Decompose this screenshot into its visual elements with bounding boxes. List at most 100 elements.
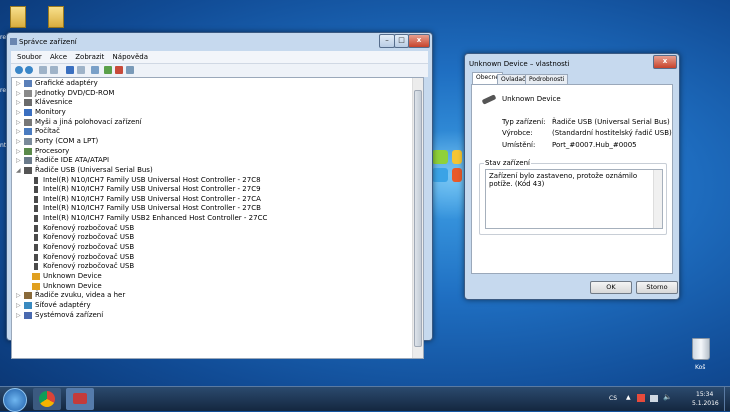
expand-arrow-icon[interactable]: ▷	[16, 118, 22, 128]
usb-plug-icon	[34, 234, 38, 242]
view-icon[interactable]	[39, 66, 47, 74]
prop-value: (Standardní hostitelský řadič USB)	[552, 129, 672, 137]
expand-arrow-icon[interactable]: ▷	[16, 79, 22, 89]
tree-row-label: Intel(R) N10/ICH7 Family USB Universal H…	[43, 175, 261, 184]
tree-row-label: Procesory	[35, 146, 70, 155]
vertical-scrollbar[interactable]	[412, 78, 423, 358]
start-button[interactable]	[3, 388, 27, 412]
back-icon[interactable]	[15, 66, 23, 74]
tree-row-label: Kořenový rozbočovač USB	[43, 262, 135, 271]
dialog-close-button[interactable]: x	[653, 55, 677, 69]
keyboard-icon	[24, 99, 32, 107]
usb-plug-icon	[34, 215, 38, 223]
computer-icon	[24, 128, 32, 136]
tree-row-label: Intel(R) N10/ICH7 Family USB2 Enhanced H…	[43, 214, 268, 223]
scan-hardware-icon[interactable]	[91, 66, 99, 74]
tree-row-label: Grafické adaptéry	[35, 79, 98, 87]
menu-item-file[interactable]: Soubor	[17, 53, 42, 61]
expand-arrow-icon[interactable]: ▷	[16, 89, 22, 99]
tree-row-label: Kořenový rozbočovač USB	[43, 223, 135, 232]
tray-chevron-icon[interactable]: ▲	[626, 394, 631, 401]
cancel-button[interactable]: Storno	[636, 281, 678, 294]
mouse-icon	[24, 118, 32, 126]
uninstall-icon[interactable]	[115, 66, 123, 74]
expand-arrow-icon[interactable]: ▷	[16, 156, 22, 166]
expand-arrow-icon[interactable]: ▷	[16, 137, 22, 147]
desktop-folder-icon[interactable]	[10, 6, 26, 28]
tree-row-label: Intel(R) N10/ICH7 Family USB Universal H…	[43, 194, 261, 203]
usb-icon	[24, 166, 32, 174]
menu-item-view[interactable]: Zobrazit	[75, 53, 104, 61]
status-scrollbar[interactable]	[653, 170, 662, 228]
port-icon	[24, 137, 32, 145]
expand-arrow-icon[interactable]: ▷	[16, 147, 22, 157]
tree-row-label: Systémová zařízení	[35, 310, 104, 319]
tree-row-label: Řadiče IDE ATA/ATAPI	[35, 156, 110, 165]
usb-plug-icon	[34, 195, 38, 203]
speaker-icon[interactable]: 🔈	[663, 393, 672, 401]
recycle-bin-icon[interactable]	[692, 338, 710, 360]
scrollbar-thumb[interactable]	[414, 90, 422, 347]
close-button[interactable]: x	[408, 34, 430, 48]
expand-arrow-icon[interactable]: ▷	[16, 108, 22, 118]
window-title: Správce zařízení	[19, 38, 77, 46]
usb-device-icon	[481, 94, 497, 105]
network-icon	[24, 301, 32, 309]
expand-arrow-icon[interactable]: ▷	[16, 301, 22, 311]
tree-row-label: Jednotky DVD/CD-ROM	[35, 88, 115, 97]
disable-icon[interactable]	[126, 66, 134, 74]
forward-icon[interactable]	[25, 66, 33, 74]
prop-label: Umístění:	[502, 141, 536, 149]
update-driver-icon[interactable]	[104, 66, 112, 74]
expand-arrow-icon[interactable]: ▷	[16, 127, 22, 137]
network-icon[interactable]	[650, 395, 658, 402]
device-manager-window[interactable]: Správce zařízení – □ x Soubor Akce Zobra…	[6, 32, 433, 359]
usb-plug-icon	[34, 176, 38, 184]
list-icon[interactable]	[50, 66, 58, 74]
minimize-button[interactable]: –	[379, 34, 395, 48]
taskbar: CS ▲ 🔈 15:34 5.1.2016	[0, 386, 730, 412]
status-text: Zařízení bylo zastaveno, protože oznámil…	[489, 172, 638, 188]
processor-icon	[24, 147, 32, 155]
prop-label: Výrobce:	[502, 129, 533, 137]
usb-plug-icon	[34, 263, 38, 271]
usb-plug-icon	[34, 186, 38, 194]
usb-plug-icon	[34, 205, 38, 213]
clock-time[interactable]: 15:34	[696, 391, 713, 398]
clock-date[interactable]: 5.1.2016	[692, 400, 719, 407]
prop-label: Typ zařízení:	[502, 118, 546, 126]
device-manager-taskbar-icon[interactable]	[66, 388, 94, 410]
properties-icon[interactable]	[77, 66, 85, 74]
dvd-drive-icon	[24, 89, 32, 97]
usb-plug-icon	[34, 253, 38, 261]
expand-arrow-icon[interactable]: ▷	[16, 311, 22, 321]
language-indicator[interactable]: CS	[609, 395, 617, 402]
chrome-icon[interactable]	[33, 388, 61, 410]
tree-row-label: Síťové adaptéry	[35, 300, 91, 309]
show-desktop-button[interactable]	[724, 387, 730, 411]
usb-plug-icon	[34, 244, 38, 252]
menu-item-action[interactable]: Akce	[50, 53, 67, 61]
tree-row-label: Intel(R) N10/ICH7 Family USB Universal H…	[43, 185, 261, 194]
status-group: Stav zařízení Zařízení bylo zastaveno, p…	[479, 159, 667, 235]
status-textbox[interactable]: Zařízení bylo zastaveno, protože oznámil…	[485, 169, 663, 229]
tree-row-label: Kořenový rozbočovač USB	[43, 252, 135, 261]
tree-row-label: Počítač	[35, 127, 60, 136]
expand-arrow-icon[interactable]: ▷	[16, 98, 22, 108]
device-tree[interactable]: ▷ Grafické adaptéry ▷ Jednotky DVD/CD-ROM ▷ K…	[11, 77, 424, 359]
sound-icon	[24, 292, 32, 300]
dialog-titlebar[interactable]: Unknown Device – vlastnosti x	[465, 54, 679, 72]
expand-arrow-icon[interactable]: ▷	[16, 291, 22, 301]
expand-arrow-icon[interactable]: ◢	[16, 166, 22, 176]
help-icon[interactable]	[66, 66, 74, 74]
tree-row-label: Unknown Device	[43, 272, 102, 280]
desktop-folder-icon[interactable]	[48, 6, 64, 28]
maximize-button[interactable]: □	[394, 34, 409, 48]
action-center-icon[interactable]	[637, 394, 645, 402]
menu-item-help[interactable]: Nápověda	[113, 53, 148, 61]
window-titlebar[interactable]: Správce zařízení – □ x	[7, 33, 432, 51]
ok-button[interactable]: OK	[590, 281, 632, 294]
tree-row-label: Myši a jiná polohovací zařízení	[35, 117, 142, 126]
tree-row-label: Řadiče USB (Universal Serial Bus)	[35, 165, 153, 174]
prop-value: Řadiče USB (Universal Serial Bus)	[552, 118, 670, 126]
